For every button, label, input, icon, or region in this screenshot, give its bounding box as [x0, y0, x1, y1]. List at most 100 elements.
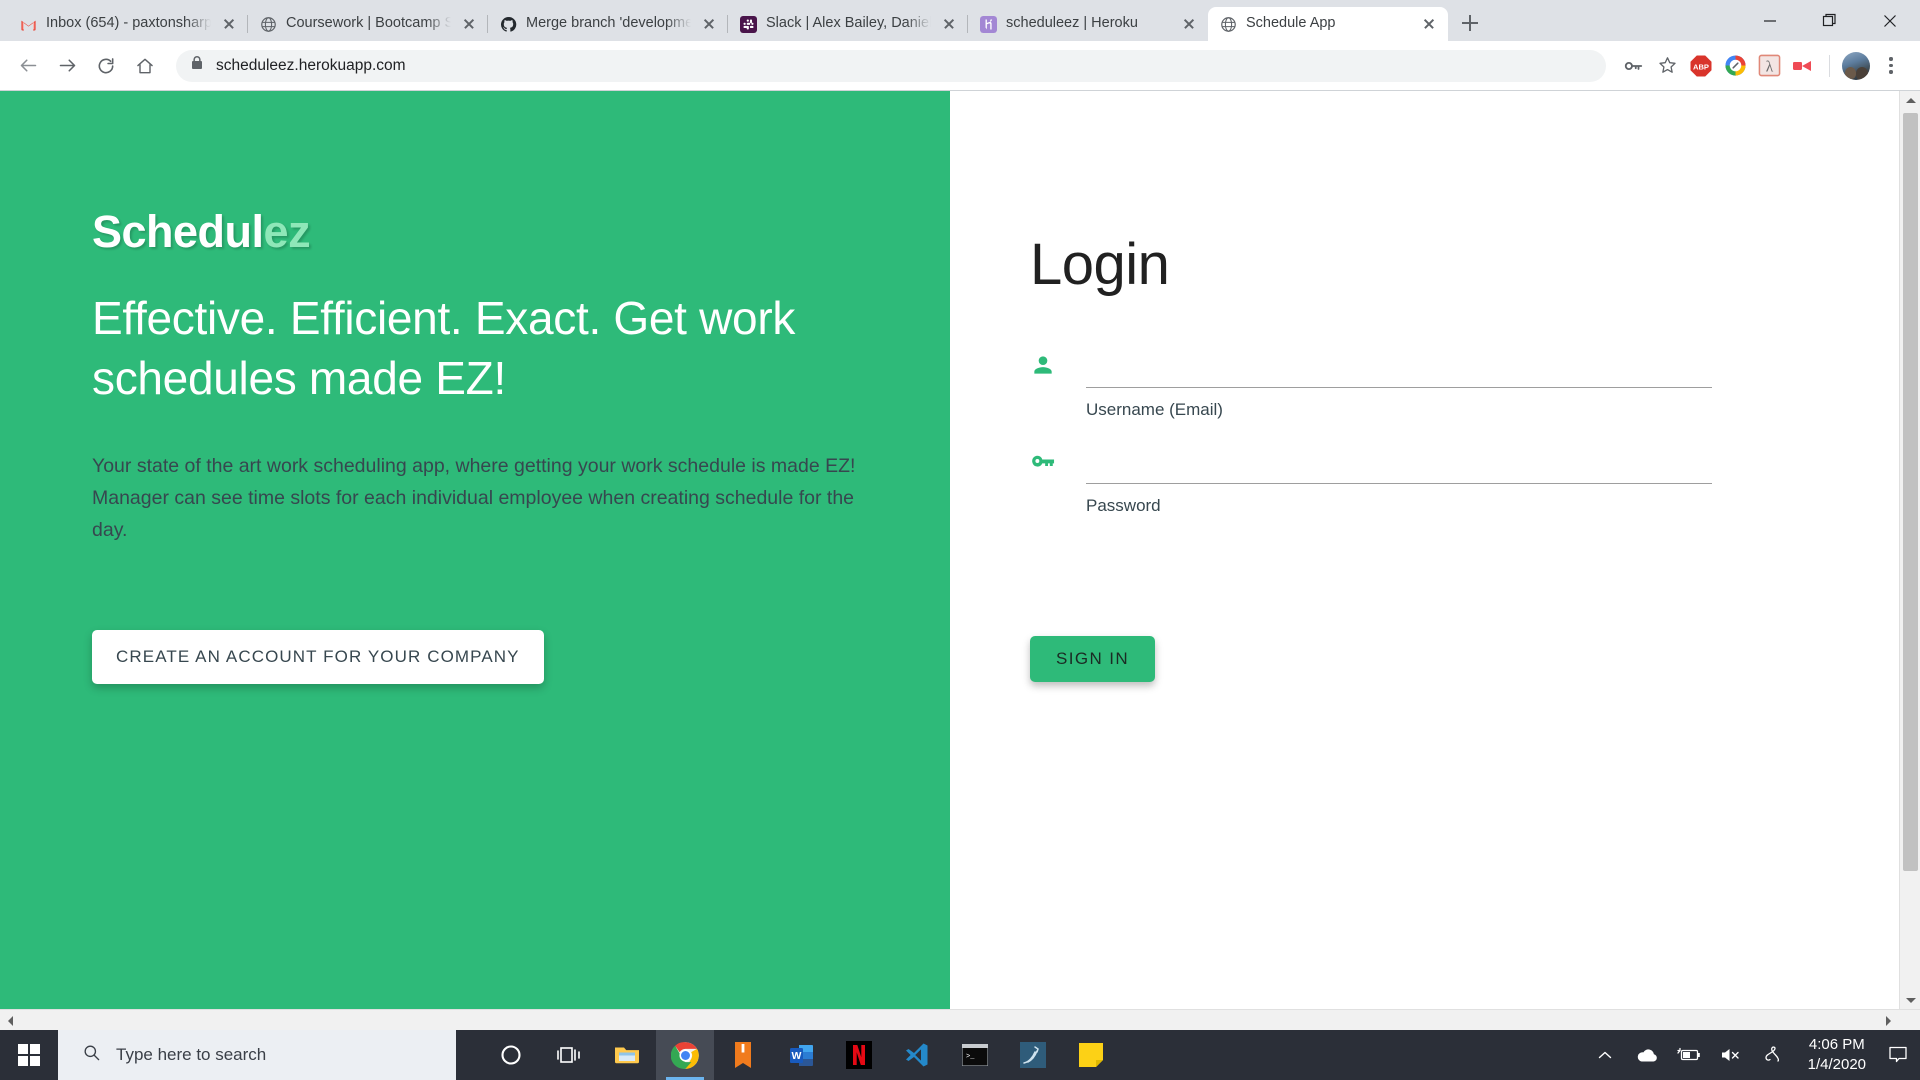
- maximize-icon[interactable]: [1800, 0, 1860, 41]
- visual-studio-code-icon[interactable]: [888, 1030, 946, 1080]
- toolbar-actions: ABP λ: [1617, 48, 1906, 84]
- vertical-scrollbar[interactable]: [1899, 91, 1920, 1010]
- browser-window: Inbox (654) - paxtonsharp22@ Coursework …: [0, 0, 1920, 1030]
- three-dot-menu-icon[interactable]: [1876, 48, 1906, 84]
- tab-title: scheduleez | Heroku: [1006, 16, 1138, 32]
- password-label: Password: [1086, 496, 1161, 515]
- vpn-key-icon: [1030, 442, 1060, 472]
- gmail-icon: [20, 16, 37, 33]
- forward-arrow-icon[interactable]: [49, 48, 85, 84]
- hero-panel: Schedulez Effective. Efficient. Exact. G…: [0, 91, 950, 1030]
- horizontal-scrollbar[interactable]: [0, 1009, 1920, 1030]
- password-input[interactable]: [1086, 442, 1712, 484]
- svg-text:ABP: ABP: [1693, 62, 1709, 71]
- mysql-workbench-icon[interactable]: [1004, 1030, 1062, 1080]
- home-icon[interactable]: [127, 48, 163, 84]
- toolbar-divider: [1829, 54, 1830, 77]
- color-wheel-extension-icon[interactable]: [1719, 50, 1751, 82]
- tab-title: Merge branch 'development': [526, 16, 691, 32]
- close-icon[interactable]: [700, 15, 718, 33]
- orange-app-icon[interactable]: [714, 1030, 772, 1080]
- show-hidden-icons-chevron-icon[interactable]: [1584, 1030, 1626, 1080]
- browser-tab[interactable]: Inbox (654) - paxtonsharp22@: [8, 7, 248, 41]
- bluetooth-pen-icon[interactable]: [1752, 1030, 1794, 1080]
- reload-icon[interactable]: [88, 48, 124, 84]
- slack-icon: [740, 15, 757, 33]
- clock-time: 4:06 PM: [1808, 1036, 1865, 1053]
- browser-tab[interactable]: Slack | Alex Bailey, Danielle B: [727, 7, 968, 41]
- file-explorer-icon[interactable]: [598, 1030, 656, 1080]
- taskbar-search-input[interactable]: Type here to search: [58, 1030, 456, 1080]
- task-view-icon[interactable]: [540, 1030, 598, 1080]
- close-icon[interactable]: [1420, 15, 1438, 33]
- scroll-left-arrow-icon[interactable]: [0, 1011, 21, 1030]
- tab-title: Inbox (654) - paxtonsharp22@: [46, 16, 211, 32]
- password-field-body: Password: [1086, 442, 1712, 516]
- back-arrow-icon[interactable]: [10, 48, 46, 84]
- globe-icon: [1220, 16, 1237, 33]
- netflix-icon[interactable]: [830, 1030, 888, 1080]
- browser-tab-active[interactable]: Schedule App: [1208, 7, 1448, 41]
- taskbar-apps: W >_: [482, 1030, 1120, 1080]
- scroll-up-arrow-icon[interactable]: [1900, 91, 1920, 110]
- close-icon[interactable]: [940, 15, 958, 33]
- adblock-plus-icon[interactable]: ABP: [1685, 50, 1717, 82]
- microsoft-word-icon[interactable]: W: [772, 1030, 830, 1080]
- close-icon[interactable]: [1180, 15, 1198, 33]
- username-field-row: Username (Email): [1030, 346, 1920, 420]
- search-icon: [82, 1043, 101, 1067]
- windows-logo-icon[interactable]: [0, 1030, 58, 1080]
- terminal-icon[interactable]: >_: [946, 1030, 1004, 1080]
- browser-tab[interactable]: Coursework | Bootcamp Spot: [247, 7, 488, 41]
- browser-toolbar: scheduleez.herokuapp.com ABP λ: [0, 41, 1920, 90]
- window-controls: [1740, 0, 1920, 41]
- minimize-icon[interactable]: [1740, 0, 1800, 41]
- scroll-right-arrow-icon[interactable]: [1878, 1011, 1899, 1030]
- windows-taskbar: Type here to search W >_ 4:06 PM 1/4/202…: [0, 1030, 1920, 1080]
- password-key-icon[interactable]: [1617, 50, 1649, 82]
- close-icon[interactable]: [220, 15, 238, 33]
- avatar[interactable]: [1842, 51, 1870, 80]
- tab-title: Schedule App: [1246, 16, 1336, 32]
- login-panel: Login Username (Email) Password SIGN IN: [950, 91, 1920, 1030]
- page-title: Login: [1030, 232, 1170, 297]
- google-chrome-icon[interactable]: [656, 1030, 714, 1080]
- close-icon[interactable]: [1860, 0, 1920, 41]
- hero-subtext: Your state of the art work scheduling ap…: [92, 455, 856, 541]
- globe-icon: [260, 16, 277, 33]
- browser-tab[interactable]: Merge branch 'development': [487, 7, 728, 41]
- tab-strip: Inbox (654) - paxtonsharp22@ Coursework …: [0, 0, 1920, 41]
- cortana-icon[interactable]: [482, 1030, 540, 1080]
- sign-in-button[interactable]: SIGN IN: [1030, 636, 1156, 682]
- battery-charging-icon[interactable]: [1668, 1030, 1710, 1080]
- volume-muted-icon[interactable]: [1710, 1030, 1752, 1080]
- create-account-button[interactable]: CREATE AN ACCOUNT FOR YOUR COMPANY: [92, 630, 544, 684]
- sticky-notes-icon[interactable]: [1062, 1030, 1120, 1080]
- new-tab-button[interactable]: [1455, 8, 1485, 38]
- github-icon: [500, 16, 517, 33]
- browser-tab[interactable]: scheduleez | Heroku: [967, 7, 1208, 41]
- system-tray: 4:06 PM 1/4/2020: [1584, 1030, 1920, 1080]
- bookmark-star-icon[interactable]: [1651, 50, 1683, 82]
- app-logo: Schedulez: [92, 206, 950, 258]
- tab-title: Slack | Alex Bailey, Danielle B: [766, 16, 931, 32]
- username-input[interactable]: [1086, 346, 1712, 388]
- username-field-body: Username (Email): [1086, 346, 1712, 420]
- scroll-down-arrow-icon[interactable]: [1900, 991, 1920, 1010]
- scrollbar-thumb[interactable]: [1903, 113, 1918, 871]
- onedrive-cloud-icon[interactable]: [1626, 1030, 1668, 1080]
- username-label: Username (Email): [1086, 400, 1223, 419]
- address-bar[interactable]: scheduleez.herokuapp.com: [176, 49, 1606, 82]
- search-placeholder-text: Type here to search: [116, 1045, 267, 1064]
- page-viewport: Schedulez Effective. Efficient. Exact. G…: [0, 90, 1920, 1030]
- logo-main: Schedul: [92, 206, 264, 257]
- close-icon[interactable]: [460, 15, 478, 33]
- svg-text:λ: λ: [1765, 58, 1773, 75]
- password-field-row: Password: [1030, 442, 1920, 516]
- action-center-icon[interactable]: [1880, 1030, 1916, 1080]
- adobe-acrobat-icon[interactable]: λ: [1753, 50, 1785, 82]
- video-downloader-icon[interactable]: [1787, 50, 1819, 82]
- person-icon: [1030, 346, 1060, 376]
- tab-title: Coursework | Bootcamp Spot: [286, 16, 451, 32]
- taskbar-clock[interactable]: 4:06 PM 1/4/2020: [1794, 1030, 1880, 1080]
